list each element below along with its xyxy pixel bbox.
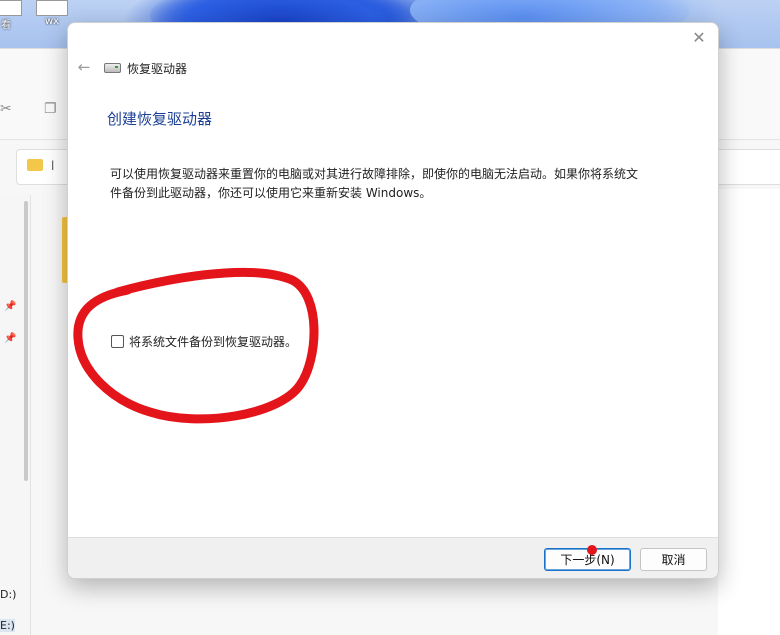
drive-icon — [104, 63, 121, 73]
desktop-icon-document[interactable]: 看 — [0, 0, 26, 38]
copy-icon[interactable]: ❐ — [44, 101, 57, 117]
checkbox-label[interactable]: 将系统文件备份到恢复驱动器。 — [129, 333, 297, 350]
desktop-icon-wx[interactable]: wx — [32, 0, 72, 38]
address-text: l — [51, 159, 55, 173]
desktop-icon-label: 看 — [1, 20, 11, 31]
description-text: 可以使用恢复驱动器来重置你的电脑或对其进行故障排除，即使你的电脑无法启动。如果你… — [110, 167, 639, 200]
close-icon: ✕ — [692, 28, 706, 47]
drive-item-e[interactable]: E:) — [0, 619, 15, 632]
close-button[interactable]: ✕ — [688, 27, 710, 49]
window-title-text: 恢复驱动器 — [127, 61, 188, 76]
folder-icon — [27, 159, 43, 171]
backup-system-files-checkbox[interactable] — [111, 335, 124, 348]
document-icon — [0, 0, 22, 16]
recovery-drive-dialog: ✕ ← 恢复驱动器 创建恢复驱动器 可以使用恢复驱动器来重置你的电脑或对其进行故… — [67, 22, 719, 579]
app-shortcut-icon — [36, 0, 68, 16]
pin-icon[interactable]: 📌 — [4, 301, 16, 312]
explorer-content-area — [718, 189, 780, 635]
next-button[interactable]: 下一步(N) — [544, 548, 631, 571]
pin-icon[interactable]: 📌 — [4, 333, 16, 344]
dialog-footer: 下一步(N) 取消 — [68, 537, 718, 578]
back-arrow-icon: ← — [77, 58, 91, 76]
cut-icon[interactable]: ✂ — [0, 101, 12, 117]
navigation-scrollbar[interactable] — [24, 201, 28, 481]
cancel-button[interactable]: 取消 — [640, 548, 707, 571]
desktop-icon-label: wx — [44, 16, 60, 27]
drive-item-d[interactable]: D:) — [0, 588, 16, 601]
window-title: 恢复驱动器 — [104, 59, 187, 77]
back-button[interactable]: ← — [74, 57, 94, 77]
backup-system-files-option[interactable]: 将系统文件备份到恢复驱动器。 — [111, 333, 297, 350]
page-heading: 创建恢复驱动器 — [107, 110, 213, 128]
